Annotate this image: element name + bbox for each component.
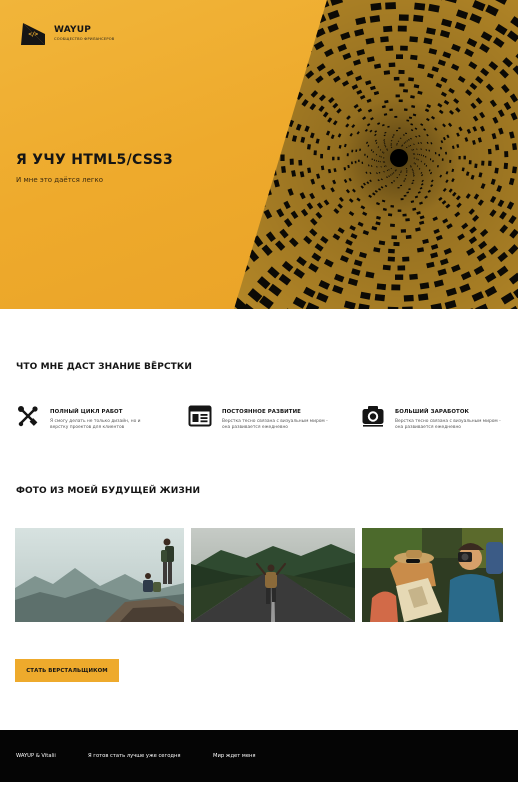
traveler-on-road-photo bbox=[191, 528, 355, 622]
feature-title: БОЛЬШИЙ ЗАРАБОТОК bbox=[395, 409, 470, 415]
logo-subtitle: СООБЩЕСТВО ФРИЛАНСЕРОВ bbox=[54, 37, 115, 42]
footer-copyright: WAYUP & Vitalii bbox=[16, 753, 56, 759]
feature-description: Я смогу делать не только дизайн, но и ве… bbox=[50, 419, 141, 430]
logo[interactable]: </> WAYUP СООБЩЕСТВО ФРИЛАНСЕРОВ bbox=[20, 22, 114, 46]
become-developer-button[interactable]: СТАТЬ ВЕРСТАЛЬЩИКОМ bbox=[15, 659, 119, 682]
feature-description: Верстка тесно связана с визуальным миром… bbox=[222, 419, 328, 430]
logo-code-glyph: </> bbox=[28, 31, 38, 38]
browser-window-icon bbox=[188, 404, 212, 428]
features-list: ПОЛНЫЙ ЦИКЛ РАБОТ Я смогу делать не толь… bbox=[16, 404, 506, 436]
feature-item: БОЛЬШИЙ ЗАРАБОТОК Верстка тесно связана … bbox=[361, 404, 503, 431]
footer-tagline: Я готов стать лучше уже сегодня bbox=[88, 753, 181, 759]
features-title: ЧТО МНЕ ДАСТ ЗНАНИЕ ВЁРСТКИ bbox=[16, 362, 192, 372]
photos-title: ФОТО ИЗ МОЕЙ БУДУЩЕЙ ЖИЗНИ bbox=[16, 486, 201, 496]
feature-title: ПОСТОЯННОЕ РАЗВИТИЕ bbox=[222, 409, 301, 415]
camera-icon bbox=[361, 404, 385, 428]
feature-item: ПОЛНЫЙ ЦИКЛ РАБОТ Я смогу делать не толь… bbox=[16, 404, 158, 431]
travelers-with-map-photo bbox=[362, 528, 503, 622]
hero-title: Я УЧУ HTML5/CSS3 bbox=[16, 152, 174, 168]
feature-title: ПОЛНЫЙ ЦИКЛ РАБОТ bbox=[50, 409, 123, 415]
footer: WAYUP & Vitalii Я готов стать лучше уже … bbox=[0, 730, 518, 782]
logo-triangle-icon: </> bbox=[20, 22, 46, 46]
footer-slogan: Мир ждет меня bbox=[213, 753, 256, 759]
hero-subtitle: И мне это даётся легко bbox=[16, 176, 104, 184]
logo-title: WAYUP bbox=[54, 25, 92, 36]
feature-description: Верстка тесно связана с визуальным миром… bbox=[395, 419, 501, 430]
tools-icon bbox=[16, 404, 40, 428]
hikers-on-mountain-photo bbox=[15, 528, 184, 622]
hero-section: </> WAYUP СООБЩЕСТВО ФРИЛАНСЕРОВ Я УЧУ H… bbox=[0, 0, 518, 309]
feature-item: ПОСТОЯННОЕ РАЗВИТИЕ Верстка тесно связан… bbox=[188, 404, 330, 431]
